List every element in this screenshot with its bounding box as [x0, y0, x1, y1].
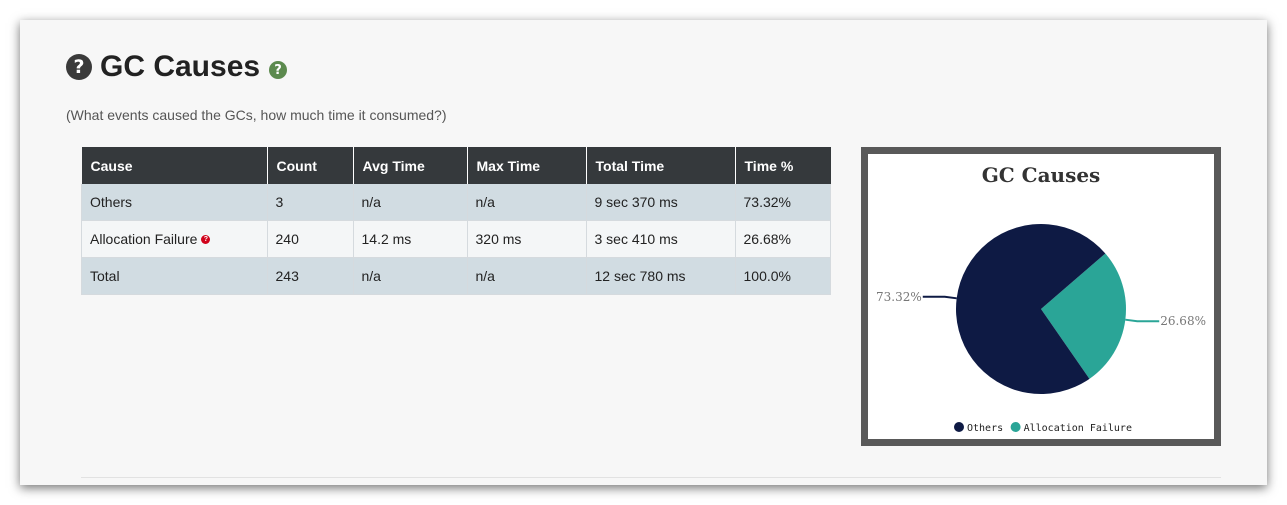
section-title: GC Causes	[100, 50, 261, 83]
table-row: Others 3 n/a n/a 9 sec 370 ms 73.32%	[81, 184, 831, 221]
title-row: ? GC Causes ?	[66, 50, 288, 84]
pie-data-label: 26.68%	[1160, 314, 1206, 328]
time-percent-cell: 100.0%	[734, 257, 831, 295]
column-header: Total Time	[586, 147, 736, 184]
table-row: Total 243 n/a n/a 12 sec 780 ms 100.0%	[81, 257, 831, 295]
max-time-cell: 320 ms	[466, 220, 587, 258]
legend-marker	[954, 422, 964, 432]
legend-label[interactable]: Others	[967, 423, 1003, 434]
count-cell: 3	[266, 184, 354, 221]
chart-legend: Others Allocation Failure	[954, 422, 1132, 434]
pie-slices	[956, 224, 1126, 395]
total-time-cell: 3 sec 410 ms	[585, 220, 736, 258]
cause-cell: Total	[81, 257, 268, 295]
column-header: Time %	[735, 147, 831, 184]
avg-time-cell: n/a	[352, 184, 468, 221]
total-time-cell: 12 sec 780 ms	[585, 257, 736, 295]
gc-causes-pie-chart: GC Causes 26.68% 73.32% Others Allocation …	[876, 163, 1206, 434]
time-percent-cell: 26.68%	[734, 220, 831, 258]
chart-frame: GC Causes 26.68% 73.32% Others Allocation …	[861, 147, 1221, 446]
column-header: Avg Time	[353, 147, 468, 184]
section-divider	[81, 477, 1221, 478]
column-header: Cause	[81, 147, 268, 184]
question-circle-icon[interactable]: ?	[201, 234, 211, 244]
column-header: Count	[267, 147, 354, 184]
total-time-cell: 9 sec 370 ms	[585, 184, 736, 221]
pie-leader-line	[922, 295, 957, 300]
legend-marker	[1010, 422, 1021, 432]
table-row: Allocation Failure? 240 14.2 ms 320 ms 3…	[81, 220, 831, 258]
pie-leader-line	[1125, 318, 1160, 323]
question-circle-icon[interactable]: ?	[66, 54, 92, 80]
gc-causes-panel: ? GC Causes ? (What events caused the GC…	[20, 20, 1267, 485]
legend-label[interactable]: Allocation Failure	[1024, 423, 1132, 434]
max-time-cell: n/a	[466, 184, 587, 221]
section-subtitle: (What events caused the GCs, how much ti…	[66, 107, 447, 123]
gc-causes-table: Cause Count Avg Time Max Time Total Time…	[81, 147, 831, 295]
cause-label: Allocation Failure	[90, 231, 198, 247]
avg-time-cell: n/a	[352, 257, 468, 295]
table-header-row: Cause Count Avg Time Max Time Total Time…	[81, 147, 831, 184]
count-cell: 243	[266, 257, 354, 295]
info-help-icon[interactable]: ?	[269, 61, 288, 79]
pie-data-label: 73.32%	[876, 290, 922, 304]
chart-title: GC Causes	[982, 163, 1101, 187]
cause-cell: Allocation Failure?	[81, 220, 268, 258]
time-percent-cell: 73.32%	[734, 184, 831, 221]
column-header: Max Time	[467, 147, 587, 184]
cause-cell: Others	[81, 184, 268, 221]
max-time-cell: n/a	[466, 257, 587, 295]
chart-area: GC Causes 26.68% 73.32% Others Allocation …	[868, 154, 1214, 439]
avg-time-cell: 14.2 ms	[352, 220, 468, 258]
count-cell: 240	[266, 220, 354, 258]
